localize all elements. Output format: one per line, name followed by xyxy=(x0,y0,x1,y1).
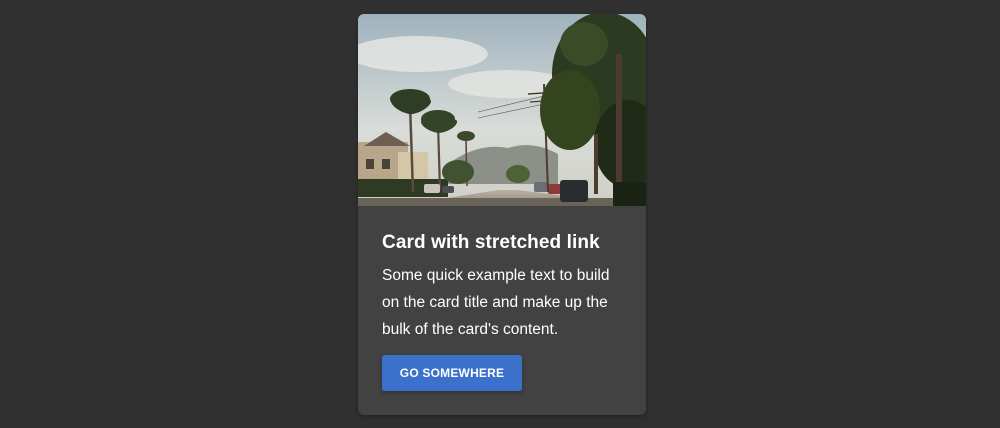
card[interactable]: Card with stretched link Some quick exam… xyxy=(358,14,646,415)
stretched-link[interactable] xyxy=(358,14,646,415)
